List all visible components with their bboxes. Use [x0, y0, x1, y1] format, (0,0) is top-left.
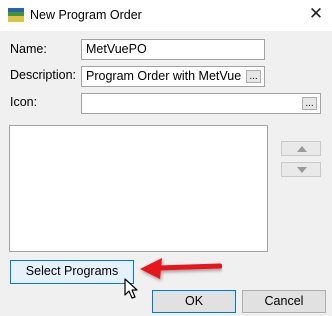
mouse-cursor-icon	[124, 278, 138, 299]
move-down-button[interactable]	[281, 162, 321, 177]
description-browse-button[interactable]: ...	[246, 70, 261, 83]
app-icon	[8, 8, 24, 22]
icon-browse-button[interactable]: ...	[302, 97, 317, 110]
icon-label: Icon:	[10, 95, 38, 109]
cancel-button[interactable]: Cancel	[242, 290, 326, 313]
ok-button[interactable]: OK	[152, 290, 236, 313]
triangle-down-icon	[297, 167, 307, 173]
triangle-up-icon	[297, 146, 307, 152]
title-bar: New Program Order ✕	[0, 0, 332, 31]
select-programs-button[interactable]: Select Programs	[10, 260, 134, 284]
description-field[interactable]: Program Order with MetVue ...	[81, 66, 265, 87]
icon-field[interactable]: ...	[81, 93, 321, 114]
move-up-button[interactable]	[281, 141, 321, 156]
description-value: Program Order with MetVue	[86, 69, 242, 83]
programs-list[interactable]	[9, 125, 268, 252]
window-title: New Program Order	[30, 8, 142, 22]
name-label: Name:	[10, 42, 47, 56]
close-icon[interactable]: ✕	[306, 4, 326, 24]
name-field[interactable]: MetVuePO	[81, 39, 265, 60]
description-label: Description:	[10, 68, 76, 82]
red-arrow-annotation	[140, 258, 222, 279]
